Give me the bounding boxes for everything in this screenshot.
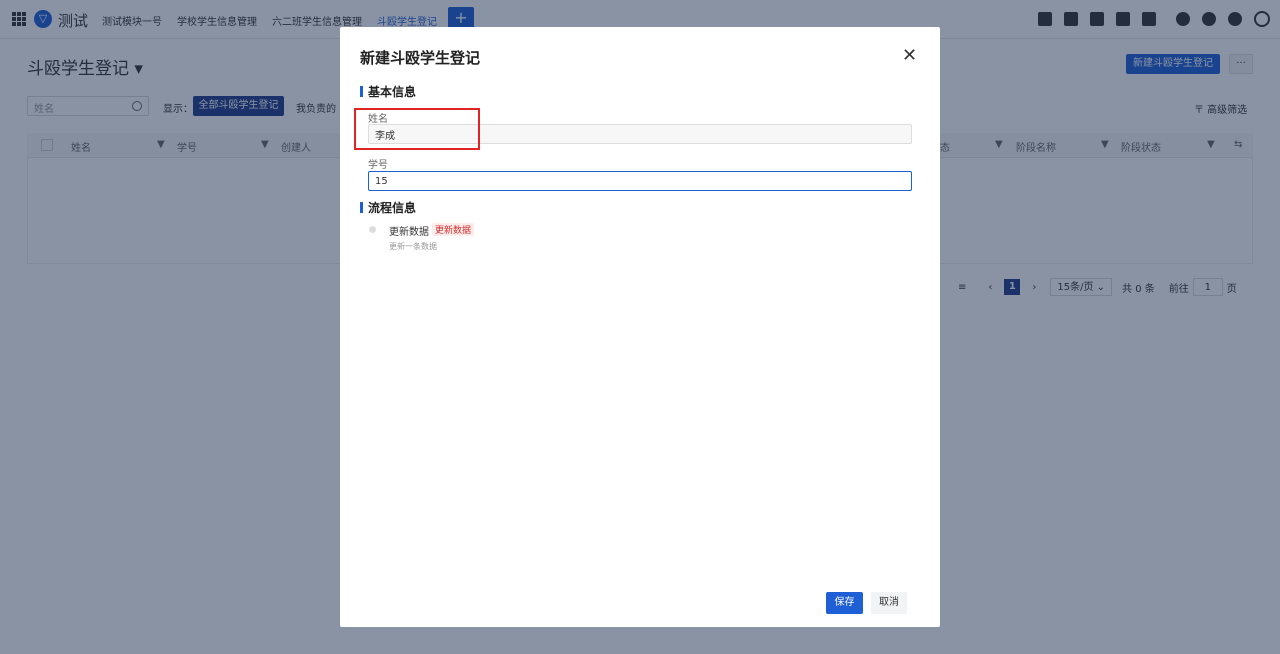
cancel-button[interactable]: 取消 <box>871 592 907 614</box>
dialog-title: 新建斗殴学生登记 <box>360 49 481 67</box>
section-basic-info: 基本信息 <box>360 83 416 100</box>
new-record-dialog: 新建斗殴学生登记 ✕ 基本信息 姓名 学号 流程信息 更新数据 更新数据 更新一… <box>340 27 940 627</box>
student-id-label: 学号 <box>368 160 388 171</box>
step-tag: 更新数据 <box>432 223 475 236</box>
step-title: 更新数据 <box>389 227 429 238</box>
highlight-box <box>354 108 480 150</box>
section-marker <box>360 86 363 97</box>
step-dot-icon <box>369 226 376 233</box>
section-title: 流程信息 <box>368 201 417 215</box>
section-flow-info: 流程信息 <box>360 199 416 216</box>
save-button[interactable]: 保存 <box>826 592 863 614</box>
section-marker <box>360 202 363 213</box>
student-id-field[interactable] <box>368 171 912 191</box>
close-icon[interactable]: ✕ <box>902 45 917 66</box>
section-title: 基本信息 <box>368 85 417 99</box>
step-description: 更新一条数据 <box>389 242 437 251</box>
